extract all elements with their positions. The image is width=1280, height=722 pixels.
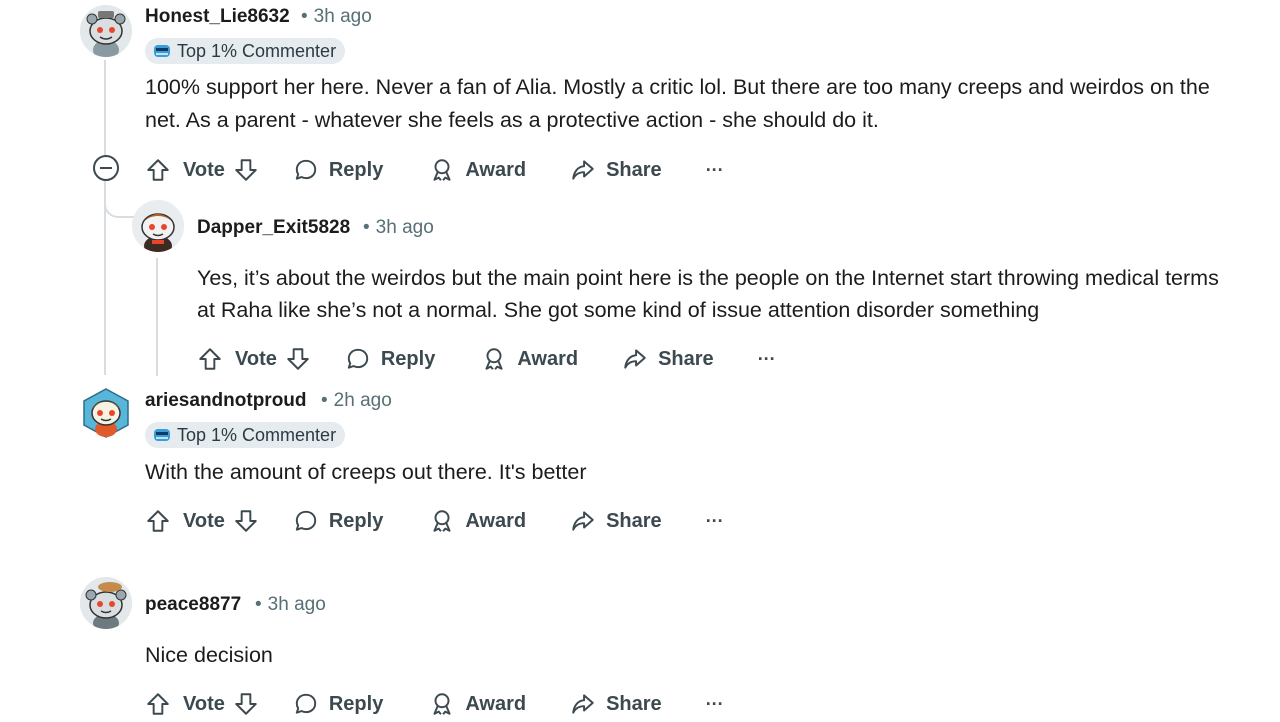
thread-line-nested[interactable] xyxy=(156,258,158,376)
award-label: Award xyxy=(517,347,579,370)
reply-button[interactable]: Reply xyxy=(293,503,383,539)
reply-label: Reply xyxy=(380,347,436,370)
username[interactable]: peace8877 xyxy=(145,593,241,617)
vote-label: Vote xyxy=(235,347,277,370)
vote-label: Vote xyxy=(183,692,225,715)
share-button[interactable]: Share xyxy=(570,152,662,188)
upvote-icon xyxy=(199,348,221,370)
reply-button[interactable]: Reply xyxy=(293,686,383,722)
downvote-button[interactable] xyxy=(233,686,259,722)
upvote-icon xyxy=(147,693,169,715)
upvote-icon xyxy=(147,510,169,532)
share-label: Share xyxy=(606,692,662,715)
comment-text: Yes, it’s about the weirdos but the main… xyxy=(197,266,1219,322)
upvote-button[interactable] xyxy=(145,152,171,188)
more-options-button[interactable]: ··· xyxy=(706,503,724,539)
badge-label: Top 1% Commenter xyxy=(177,40,337,61)
upvote-icon xyxy=(147,159,169,181)
commenter-badge-icon xyxy=(154,429,170,441)
upvote-button[interactable] xyxy=(145,686,171,722)
snoo-avatar-yellow-icon xyxy=(80,387,132,439)
reply-label: Reply xyxy=(328,158,384,181)
comment-time: • 3h ago xyxy=(363,217,434,238)
reply-label: Reply xyxy=(328,692,384,715)
comment-time: • 2h ago xyxy=(321,390,392,411)
vote-label: Vote xyxy=(183,509,225,532)
award-icon xyxy=(433,693,451,715)
avatar[interactable] xyxy=(80,577,132,629)
more-options-button[interactable]: ··· xyxy=(706,686,724,722)
share-label: Share xyxy=(606,158,662,181)
avatar[interactable] xyxy=(80,5,132,57)
reply-button[interactable]: Reply xyxy=(345,341,435,377)
share-label: Share xyxy=(606,509,662,532)
reply-button[interactable]: Reply xyxy=(293,152,383,188)
downvote-button[interactable] xyxy=(233,152,259,188)
downvote-icon xyxy=(235,159,257,181)
top-commenter-badge[interactable]: Top 1% Commenter xyxy=(145,422,346,448)
time-text: 3h ago xyxy=(313,6,372,27)
reply-icon xyxy=(295,510,317,531)
share-button[interactable]: Share xyxy=(570,503,662,539)
minus-icon xyxy=(100,167,112,169)
more-options-button[interactable]: ··· xyxy=(758,341,776,377)
commenter-badge-icon xyxy=(154,45,170,57)
award-label: Award xyxy=(465,509,527,532)
more-options-button[interactable]: ··· xyxy=(706,152,724,188)
share-icon xyxy=(572,511,594,531)
award-icon xyxy=(433,159,451,181)
username[interactable]: ariesandnotproud xyxy=(145,389,307,413)
award-button[interactable]: Award xyxy=(429,503,526,539)
comment-text: Nice decision xyxy=(145,643,273,667)
share-label: Share xyxy=(658,347,714,370)
comment-actions: Vote Reply Award Share ··· xyxy=(145,503,724,539)
downvote-icon xyxy=(287,348,309,370)
snoo-avatar-grey-icon xyxy=(80,5,132,57)
award-button[interactable]: Award xyxy=(481,341,578,377)
award-label: Award xyxy=(465,158,527,181)
reply-icon xyxy=(295,693,317,714)
snoo-avatar-brown-icon xyxy=(132,200,184,252)
collapse-thread-button[interactable] xyxy=(93,155,119,181)
time-text: 3h ago xyxy=(375,217,434,238)
comment-time: • 3h ago xyxy=(255,594,326,615)
comment-text: With the amount of creeps out there. It'… xyxy=(145,460,587,484)
share-button[interactable]: Share xyxy=(622,341,714,377)
comment-actions: Vote Reply Award Share ··· xyxy=(145,152,724,188)
award-label: Award xyxy=(465,692,527,715)
share-icon xyxy=(572,160,594,180)
comment-time: • 3h ago xyxy=(301,6,372,27)
reply-icon xyxy=(347,348,369,369)
snoo-avatar-grey-hat-icon xyxy=(80,577,132,629)
share-button[interactable]: Share xyxy=(570,686,662,722)
award-icon xyxy=(485,348,503,370)
award-button[interactable]: Award xyxy=(429,152,526,188)
upvote-button[interactable] xyxy=(145,503,171,539)
username[interactable]: Dapper_Exit5828 xyxy=(197,216,350,240)
username[interactable]: Honest_Lie8632 xyxy=(145,5,290,29)
top-commenter-badge[interactable]: Top 1% Commenter xyxy=(145,38,346,64)
time-text: 2h ago xyxy=(333,390,392,411)
downvote-icon xyxy=(235,510,257,532)
downvote-button[interactable] xyxy=(233,503,259,539)
share-icon xyxy=(624,349,646,369)
reply-icon xyxy=(295,159,317,180)
share-icon xyxy=(572,694,594,714)
thread-branch xyxy=(104,188,134,218)
comment-actions: Vote Reply Award Share ··· xyxy=(145,686,724,722)
avatar[interactable] xyxy=(80,387,132,439)
downvote-button[interactable] xyxy=(285,341,311,377)
award-icon xyxy=(433,510,451,532)
reply-label: Reply xyxy=(328,509,384,532)
upvote-button[interactable] xyxy=(197,341,223,377)
comment-text: 100% support her here. Never a fan of Al… xyxy=(145,75,1210,132)
comment-actions: Vote Reply Award Share ··· xyxy=(197,341,776,377)
award-button[interactable]: Award xyxy=(429,686,526,722)
avatar[interactable] xyxy=(132,200,184,252)
vote-label: Vote xyxy=(183,158,225,181)
time-text: 3h ago xyxy=(267,594,326,615)
badge-label: Top 1% Commenter xyxy=(177,424,337,445)
downvote-icon xyxy=(235,693,257,715)
thread-line[interactable] xyxy=(104,60,106,375)
